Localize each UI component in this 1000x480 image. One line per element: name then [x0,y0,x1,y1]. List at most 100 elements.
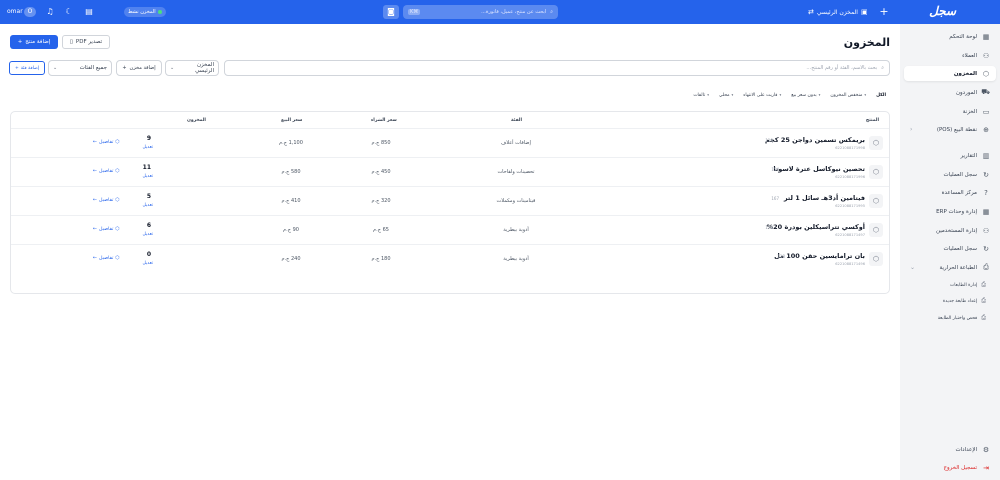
details-link[interactable]: ⬡ تفاصيل ← [93,140,120,145]
details-label: تفاصيل [99,227,114,232]
edit-stock-link[interactable]: تعديل [137,174,153,179]
sell-price: 580 ج.م [281,169,301,175]
filter-chip-low-stock[interactable]: ▾ منخفض المخزون [830,93,866,98]
avatar[interactable]: O [24,7,36,17]
details-label: تفاصيل [99,140,114,145]
sidebar-subitem-new-printer[interactable]: ⎙ إعداد طابعة جديدة [916,295,986,307]
export-pdf-button[interactable]: تصدير PDF ▯ [62,35,110,49]
sidebar-item-reports[interactable]: ▥ التقارير [904,148,996,163]
inventory-search-input[interactable]: ⌕ بحث بالاسم، الفئة أو رقم المنتج... [224,60,890,76]
sidebar-item-users[interactable]: ⚇ إدارة المستخدمين [904,223,996,238]
chevron-down-icon: ⌄ [910,264,916,271]
filter-chip-no-price[interactable]: ▾ بدون سعر بيع [791,93,820,98]
main-content: المخزون إضافة منتج + تصدير PDF ▯ ⌕ بحث ب… [0,24,900,480]
filter-chip-label: بدون سعر بيع [791,92,817,98]
sell-price: 240 ج.م [281,256,301,262]
filter-chip-damaged[interactable]: ▾ تالفات [693,93,709,98]
edit-stock-link[interactable]: تعديل [137,145,153,150]
sidebar-item-activity-log-2[interactable]: ↻ سجل العمليات [904,241,996,256]
sidebar-item-label: سجل العمليات [943,171,977,178]
sell-price: 1,100 ج.م [279,140,303,146]
details-link[interactable]: ⬡ تفاصيل ← [93,169,120,174]
app-logo[interactable]: سجل [929,4,956,18]
search-placeholder: بحث بالاسم، الفئة أو رقم المنتج... [806,65,878,71]
table-row[interactable]: ⬡ أوكسي تتراسيكلين بودرة 20% 178 6221088… [11,215,889,244]
sidebar-item-suppliers[interactable]: ⛟ الموردون [904,85,996,100]
user-name[interactable]: omar [7,8,23,15]
details-label: تفاصيل [99,256,114,261]
table-row[interactable]: ⬡ فيتامين أد3هـ سائل 1 لتر 167 622108817… [11,186,889,215]
moon-icon[interactable]: ☾ [64,7,74,17]
store-select[interactable]: المخزن الرئيسي ⌄ [165,60,219,76]
table-row[interactable]: ⬡ بان ترامايسين حقن 100 مل 118 622108817… [11,244,889,273]
filter-chip-local[interactable]: ▾ محلي [719,93,733,98]
printer-icon: ⎙ [981,297,986,304]
product-id: 119 [765,138,773,143]
shortcut-badge: ⌘K [408,9,421,15]
refresh-icon: ↻ [983,170,989,179]
box-icon: ⬡ [869,194,883,208]
status-badge-label: المخزن نشط [128,9,156,15]
add-store-button[interactable]: إضافة مخزن + [116,60,162,76]
sidebar-subitem-test-printer[interactable]: ⎙ فحص واختبار الطابعة [916,312,986,324]
box-icon: ⬡ [869,136,883,150]
details-link[interactable]: ⬡ تفاصيل ← [93,256,120,261]
add-product-button[interactable]: إضافة منتج + [10,35,58,49]
product-category: أدوية بيطرية [503,256,529,262]
filter-chip-all[interactable]: الكل [876,93,886,98]
camera-scan-icon[interactable]: ◙ [383,5,399,19]
edit-stock-link[interactable]: تعديل [137,203,153,208]
product-name[interactable]: أوكسي تتراسيكلين بودرة 20% [767,223,865,231]
cart-icon: ⊕ [983,125,989,134]
category-select-value: جميع الفئات [79,65,107,71]
add-store-label: إضافة مخزن [129,65,156,71]
column-header-buy-price: سعر الشراء [371,118,397,123]
column-header-sell-price: سعر البيع [281,118,303,123]
box-icon: ⬡ [115,256,120,261]
table-row[interactable]: ⬡ بريمكس تسمين دواجن 25 كجم 119 62210881… [11,128,889,157]
status-badge: المخزن نشط [124,7,166,17]
printer-icon: ⎙ [981,281,986,288]
add-icon[interactable]: + [878,6,890,18]
sidebar-item-activity-log[interactable]: ↻ سجل العمليات [904,167,996,182]
product-category: تحصينات ولقاحات [497,169,535,175]
edit-stock-link[interactable]: تعديل [137,261,153,266]
filter-chip-expiring[interactable]: ▾ قاربت على الانتهاء [743,93,781,98]
sidebar-item-label: الموردون [955,89,977,96]
details-link[interactable]: ⬡ تفاصيل ← [93,227,120,232]
column-header-product: المنتج [865,118,879,123]
bell-icon[interactable]: ♫ [45,7,55,17]
product-name[interactable]: بان ترامايسين حقن 100 مل [774,252,865,260]
filter-chips: الكل ▾ منخفض المخزون ▾ بدون سعر بيع ▾ قاربت… [693,90,886,100]
sidebar-item-inventory[interactable]: ⬡ المخزون [904,66,996,81]
category-select[interactable]: جميع الفئات ⌄ [48,60,112,76]
product-id: 167 [771,196,779,201]
sidebar-subitem-printers[interactable]: ⎙ إدارة الطابعات [916,279,986,291]
add-category-button[interactable]: إضافة فئة + [9,61,45,75]
product-name[interactable]: تحصين نيوكاسل عترة لاسوتا [773,165,865,173]
table-row[interactable]: ⬡ تحصين نيوكاسل عترة لاسوتا 154 62210881… [11,157,889,186]
sidebar-item-settings[interactable]: ⚙ الإعدادات [904,442,996,457]
export-pdf-label: تصدير PDF [75,39,103,45]
global-search-input[interactable]: ⌕ ابحث عن منتج، عميل، فاتورة... ⌘K [403,5,558,19]
sidebar-item-dashboard[interactable]: ▦ لوحة التحكم [904,29,996,44]
calculator-icon[interactable]: ▤ [84,7,94,17]
swap-icon: ⇄ [808,8,814,16]
store-switcher[interactable]: ▣ المخزن الرئيسي ⇄ [808,6,868,18]
sidebar-item-customers[interactable]: ⚇ العملاء [904,48,996,63]
sidebar-item-help[interactable]: ? مركز المساعدة [904,185,996,200]
sidebar-item-treasury[interactable]: ▭ الخزنة [904,104,996,119]
sidebar-item-pos[interactable]: ⊕ نقطة البيع (POS) ‹ [904,122,996,137]
sidebar-item-erp[interactable]: ▦ إدارة وحدات ERP [904,204,996,219]
chevron-down-icon: ▾ [864,93,867,97]
edit-stock-link[interactable]: تعديل [137,232,153,237]
stock-quantity: 6 [146,222,151,229]
logout-button[interactable]: ⇥ تسجيل الخروج [904,460,996,475]
box-icon: ⬡ [115,169,120,174]
product-name[interactable]: فيتامين أد3هـ سائل 1 لتر [784,194,865,202]
product-name[interactable]: بريمكس تسمين دواجن 25 كجم [765,136,865,144]
buy-price: 850 ج.م [371,140,391,146]
sidebar-item-thermal-printing[interactable]: ⎙ الطباعة الحرارية ⌄ [904,260,996,275]
product-id: 154 [771,167,779,172]
details-link[interactable]: ⬡ تفاصيل ← [93,198,120,203]
